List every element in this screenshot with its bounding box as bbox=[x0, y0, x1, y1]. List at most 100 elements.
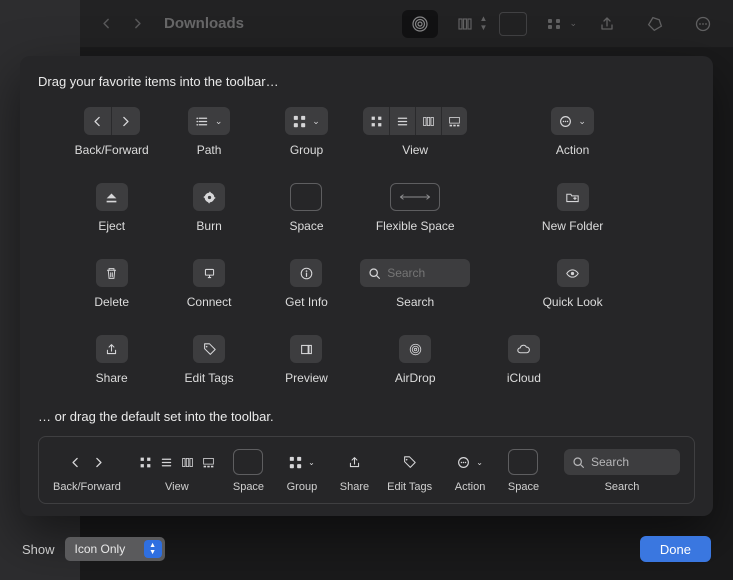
tool-label: Share bbox=[96, 371, 128, 385]
tool-eject[interactable]: Eject bbox=[68, 183, 155, 233]
default-toolbar-strip[interactable]: Back/Forward View Space ⌄ Group Share bbox=[38, 436, 695, 504]
chevron-left-icon bbox=[69, 456, 82, 469]
ds-group[interactable]: ⌄ Group bbox=[282, 449, 322, 493]
action-icon bbox=[457, 456, 470, 469]
ds-view[interactable]: View bbox=[139, 449, 215, 493]
tool-airdrop[interactable]: AirDrop bbox=[360, 335, 470, 385]
tool-label: Edit Tags bbox=[185, 371, 234, 385]
sheet-subheader: … or drag the default set into the toolb… bbox=[38, 409, 695, 424]
done-button[interactable]: Done bbox=[640, 536, 711, 562]
column-view-icon bbox=[181, 456, 194, 469]
tool-label: Space bbox=[289, 219, 323, 233]
tool-flexible-space[interactable]: Flexible Space bbox=[360, 183, 470, 233]
tool-label: Eject bbox=[98, 219, 125, 233]
tool-label: Flexible Space bbox=[376, 219, 455, 233]
select-stepper-icon: ▲▼ bbox=[144, 540, 162, 558]
gallery-view-icon bbox=[202, 456, 215, 469]
show-mode-select[interactable]: Icon Only ▲▼ bbox=[65, 537, 165, 561]
ds-share[interactable]: Share bbox=[340, 449, 369, 493]
tool-action[interactable]: ⌄ Action bbox=[551, 107, 594, 157]
icon-view-icon bbox=[139, 456, 152, 469]
ds-label: View bbox=[165, 481, 189, 493]
column-view-icon bbox=[415, 107, 441, 135]
tool-get-info[interactable]: Get Info bbox=[263, 259, 350, 309]
preview-icon bbox=[300, 343, 313, 356]
airdrop-icon bbox=[409, 343, 422, 356]
chevron-down-icon: ⌄ bbox=[215, 116, 223, 127]
search-icon bbox=[368, 267, 381, 280]
tool-group[interactable]: ⌄ Group bbox=[263, 107, 350, 157]
tool-label: iCloud bbox=[507, 371, 541, 385]
icon-view-icon bbox=[363, 107, 389, 135]
tool-search[interactable]: Search bbox=[360, 259, 470, 309]
ds-back-forward[interactable]: Back/Forward bbox=[53, 449, 121, 493]
tool-label: Burn bbox=[196, 219, 221, 233]
ds-edit-tags[interactable]: Edit Tags bbox=[387, 449, 432, 493]
search-icon bbox=[572, 456, 585, 469]
tool-label: View bbox=[402, 143, 428, 157]
chevron-left-icon bbox=[84, 107, 112, 135]
sheet-footer: Show Icon Only ▲▼ Done bbox=[22, 532, 711, 566]
tool-preview[interactable]: Preview bbox=[263, 335, 350, 385]
search-field[interactable] bbox=[387, 266, 451, 280]
ds-search[interactable]: Search Search bbox=[564, 449, 680, 493]
connect-icon bbox=[203, 267, 216, 280]
ds-label: Space bbox=[508, 481, 539, 493]
new-folder-icon bbox=[566, 191, 579, 204]
chevron-down-icon: ⌄ bbox=[312, 116, 320, 127]
tool-path[interactable]: ⌄ Path bbox=[165, 107, 252, 157]
tool-new-folder[interactable]: New Folder bbox=[542, 183, 603, 233]
tool-quick-look[interactable]: Quick Look bbox=[543, 259, 603, 309]
chevron-down-icon: ⌄ bbox=[308, 458, 315, 467]
tool-delete[interactable]: Delete bbox=[68, 259, 155, 309]
tool-edit-tags[interactable]: Edit Tags bbox=[165, 335, 252, 385]
grid4-icon bbox=[293, 115, 306, 128]
tool-share[interactable]: Share bbox=[68, 335, 155, 385]
ds-label: Share bbox=[340, 481, 369, 493]
ds-space-2[interactable]: Space bbox=[508, 449, 539, 493]
tool-label: Preview bbox=[285, 371, 328, 385]
toolbar-items-grid: Back/Forward ⌄ Path ⌄ Group View bbox=[38, 107, 695, 385]
ds-space-1[interactable]: Space bbox=[233, 449, 264, 493]
list-icon bbox=[196, 115, 209, 128]
tool-connect[interactable]: Connect bbox=[165, 259, 252, 309]
ds-label: Space bbox=[233, 481, 264, 493]
tool-icloud[interactable]: iCloud bbox=[480, 335, 567, 385]
grid4-icon bbox=[289, 456, 302, 469]
tag-icon bbox=[203, 343, 216, 356]
gallery-view-icon bbox=[441, 107, 467, 135]
ds-action[interactable]: ⌄ Action bbox=[450, 449, 490, 493]
tool-burn[interactable]: Burn bbox=[165, 183, 252, 233]
tool-back-forward[interactable]: Back/Forward bbox=[68, 107, 155, 157]
cloud-icon bbox=[517, 343, 530, 356]
customize-toolbar-sheet: Drag your favorite items into the toolba… bbox=[20, 56, 713, 516]
tool-label: Group bbox=[290, 143, 323, 157]
eye-icon bbox=[566, 267, 579, 280]
list-view-icon bbox=[389, 107, 415, 135]
chevron-down-icon: ⌄ bbox=[476, 458, 483, 467]
tool-label: AirDrop bbox=[395, 371, 436, 385]
chevron-right-icon bbox=[92, 456, 105, 469]
ds-label: Search bbox=[605, 481, 640, 493]
chevron-down-icon: ⌄ bbox=[578, 116, 586, 127]
share-icon bbox=[105, 343, 118, 356]
tool-view[interactable]: View bbox=[360, 107, 470, 157]
tool-label: New Folder bbox=[542, 219, 603, 233]
tool-label: Action bbox=[556, 143, 589, 157]
tool-label: Connect bbox=[187, 295, 232, 309]
tool-label: Delete bbox=[94, 295, 129, 309]
flex-space-icon bbox=[399, 192, 431, 202]
trash-icon bbox=[105, 267, 118, 280]
show-label: Show bbox=[22, 542, 55, 557]
list-view-icon bbox=[160, 456, 173, 469]
select-value: Icon Only bbox=[75, 542, 126, 556]
ds-label: Group bbox=[287, 481, 318, 493]
tool-label: Path bbox=[197, 143, 222, 157]
tool-label: Search bbox=[396, 295, 434, 309]
info-icon bbox=[300, 267, 313, 280]
share-icon bbox=[348, 456, 361, 469]
ds-label: Back/Forward bbox=[53, 481, 121, 493]
tool-space[interactable]: Space bbox=[263, 183, 350, 233]
burn-icon bbox=[203, 191, 216, 204]
ds-label: Action bbox=[455, 481, 486, 493]
